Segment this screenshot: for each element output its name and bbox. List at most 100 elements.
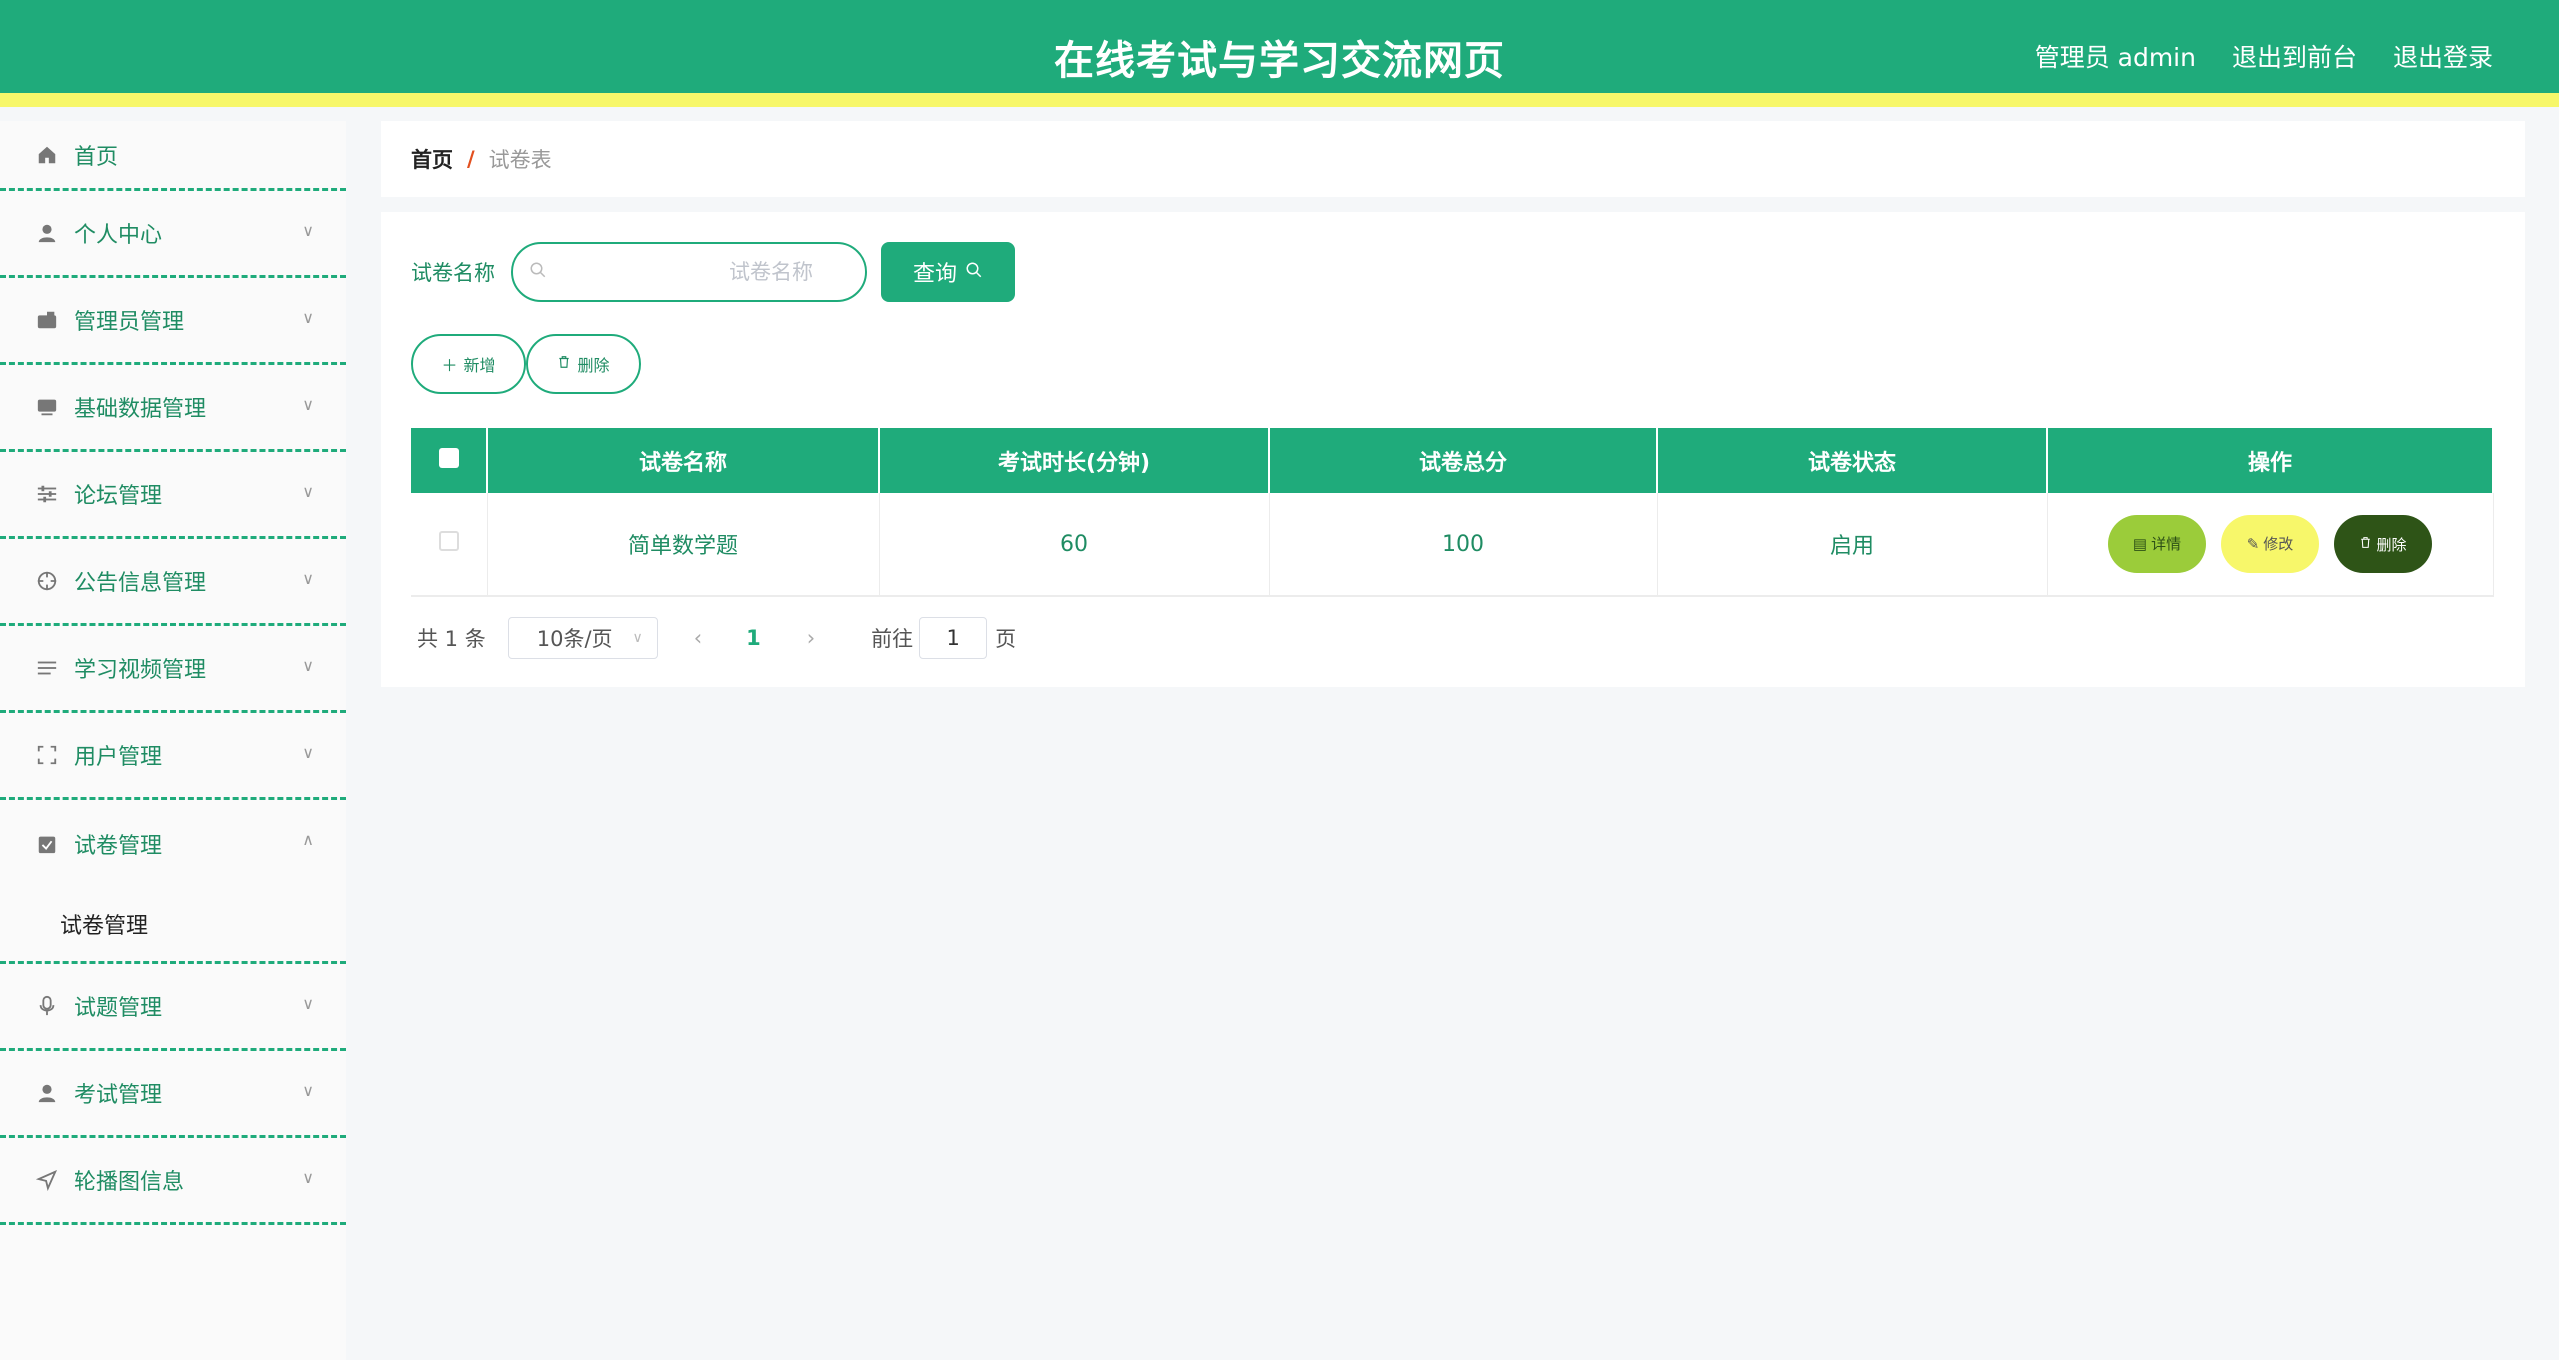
sidebar-item-admin[interactable]: 管理员管理 ∨: [0, 278, 346, 365]
chevron-down-icon: ∨: [302, 743, 314, 762]
chevron-down-icon: ∨: [302, 221, 314, 240]
sidebar-item-carousel[interactable]: 轮播图信息 ∨: [0, 1138, 346, 1225]
search-icon: [529, 260, 547, 284]
goto-label: 前往: [871, 627, 914, 651]
monitor-icon: [34, 394, 60, 420]
chevron-down-icon: ∨: [302, 569, 314, 588]
sidebar-item-notice[interactable]: 公告信息管理 ∨: [0, 539, 346, 626]
sidebar-item-home[interactable]: 首页: [0, 121, 346, 191]
sidebar-subitem-paper[interactable]: 试卷管理: [0, 887, 346, 964]
sidebar-item-label: 轮播图信息: [74, 1170, 185, 1195]
batch-delete-button[interactable]: 删除: [526, 334, 641, 394]
microphone-icon: [34, 993, 60, 1019]
prev-page-button[interactable]: ‹: [694, 626, 702, 650]
delete-button-label: 删除: [2376, 536, 2407, 554]
cell-score: 100: [1269, 493, 1658, 597]
column-header[interactable]: 试卷状态: [1657, 428, 2048, 493]
page-size-select[interactable]: 10条/页 ∨: [507, 617, 658, 659]
detail-button-label: 详情: [2151, 536, 2182, 554]
wallet-icon: [34, 307, 60, 333]
breadcrumb-separator: /: [467, 147, 475, 171]
sidebar-item-label: 个人中心: [74, 223, 163, 248]
trash-icon: [557, 355, 571, 374]
breadcrumb-home[interactable]: 首页: [411, 144, 453, 174]
sidebar-item-label: 学习视频管理: [74, 658, 207, 683]
chevron-down-icon: ∨: [302, 308, 314, 327]
logout-link[interactable]: 退出登录: [2393, 38, 2493, 74]
breadcrumb: 首页 / 试卷表: [381, 121, 2525, 197]
query-button[interactable]: 查询: [881, 242, 1015, 302]
document-icon: ▤: [2132, 535, 2148, 553]
query-button-label: 查询: [912, 261, 957, 286]
sidebar-item-paper[interactable]: 试卷管理 ∧: [0, 800, 346, 887]
table-header-row: 试卷名称 考试时长(分钟) 试卷总分 试卷状态 操作: [411, 428, 2494, 493]
next-page-button[interactable]: ›: [807, 626, 815, 650]
search-label: 试卷名称: [411, 261, 495, 285]
user-icon: [34, 1080, 60, 1106]
sidebar-item-label: 考试管理: [74, 1083, 163, 1108]
search-input[interactable]: [547, 260, 827, 284]
column-header: 操作: [2047, 428, 2494, 493]
sidebar-item-forum[interactable]: 论坛管理 ∨: [0, 452, 346, 539]
chevron-down-icon: ∨: [302, 482, 314, 501]
page-number-current[interactable]: 1: [746, 626, 761, 650]
page-size-value: 10条/页: [536, 627, 613, 651]
cell-paper-name: 简单数学题: [487, 493, 880, 597]
pagination-total: 共 1 条: [417, 627, 486, 651]
select-all-cell: [411, 428, 488, 493]
delete-button-label: 删除: [577, 358, 610, 375]
sidebar-item-label: 论坛管理: [74, 484, 163, 509]
home-icon: [34, 142, 60, 168]
detail-button[interactable]: ▤ 详情: [2108, 514, 2206, 573]
main-content: 试卷名称 查询 ＋ 新增 删除 试: [381, 212, 2525, 687]
chevron-up-icon: ∧: [302, 830, 314, 849]
sliders-icon: [34, 481, 60, 507]
cell-operations: ▤ 详情 ✎ 修改 删除: [2047, 493, 2494, 597]
search-icon: [965, 259, 983, 285]
sidebar-item-exam[interactable]: 考试管理 ∨: [0, 1051, 346, 1138]
table-row: 简单数学题 60 100 启用 ▤ 详情 ✎ 修改 删除: [411, 493, 2494, 597]
add-button[interactable]: ＋ 新增: [411, 334, 526, 394]
goto-unit: 页: [995, 627, 1017, 651]
breadcrumb-current: 试卷表: [488, 148, 552, 172]
sidebar-item-user[interactable]: 用户管理 ∨: [0, 713, 346, 800]
sidebar-item-profile[interactable]: 个人中心 ∨: [0, 191, 346, 278]
column-header[interactable]: 试卷总分: [1269, 428, 1658, 493]
search-field: [511, 242, 867, 302]
chevron-down-icon: ∨: [302, 1081, 314, 1100]
sidebar-item-basedata[interactable]: 基础数据管理 ∨: [0, 365, 346, 452]
send-icon: [34, 1167, 60, 1193]
list-icon: [34, 655, 60, 681]
sidebar-item-label: 试题管理: [74, 996, 163, 1021]
chevron-down-icon: ∨: [302, 994, 314, 1013]
select-all-checkbox[interactable]: [438, 447, 459, 468]
chevron-down-icon: ∨: [632, 630, 643, 646]
sidebar-item-label: 首页: [74, 144, 119, 170]
trash-icon: [2359, 536, 2372, 553]
edit-button[interactable]: ✎ 修改: [2221, 514, 2319, 573]
sidebar-item-label: 管理员管理: [74, 310, 185, 335]
chevron-down-icon: ∨: [302, 395, 314, 414]
clipboard-icon: [34, 831, 60, 857]
chevron-down-icon: ∨: [302, 656, 314, 675]
column-header[interactable]: 考试时长(分钟): [879, 428, 1270, 493]
cell-status: 启用: [1657, 493, 2048, 597]
pagination: 共 1 条 10条/页 ∨ ‹ 1 › 前往 页: [417, 617, 1016, 659]
search-bar: 试卷名称 查询: [411, 242, 1015, 302]
edit-button-label: 修改: [2263, 536, 2294, 554]
sidebar-item-label: 试卷管理: [74, 833, 163, 859]
column-header[interactable]: 试卷名称: [487, 428, 880, 493]
add-button-label: 新增: [463, 358, 496, 375]
sidebar-item-label: 公告信息管理: [74, 571, 207, 596]
admin-user-label: 管理员 admin: [2034, 43, 2196, 72]
user-icon: [34, 220, 60, 246]
row-checkbox[interactable]: [438, 531, 459, 551]
goto-page-input[interactable]: [919, 617, 988, 659]
back-to-front-link[interactable]: 退出到前台: [2232, 38, 2357, 74]
sidebar-item-video[interactable]: 学习视频管理 ∨: [0, 626, 346, 713]
delete-button[interactable]: 删除: [2334, 515, 2432, 574]
sidebar: 首页 个人中心 ∨ 管理员管理 ∨ 基础数据管理 ∨ 论坛管理 ∨ 公告信息管理…: [0, 121, 346, 1360]
sidebar-item-question[interactable]: 试题管理 ∨: [0, 964, 346, 1051]
sidebar-item-label: 基础数据管理: [74, 397, 207, 422]
plus-icon: ＋: [441, 358, 458, 375]
